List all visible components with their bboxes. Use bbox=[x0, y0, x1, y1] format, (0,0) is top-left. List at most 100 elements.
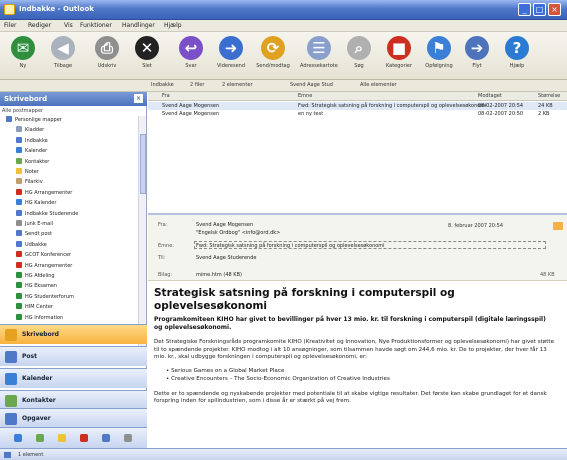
folder-icon bbox=[16, 199, 22, 206]
view-mode[interactable]: Alle elementer bbox=[360, 82, 397, 88]
nav-button-5[interactable]: Opgaver bbox=[0, 408, 147, 428]
back-icon: ◀ bbox=[51, 36, 75, 60]
toolbar-button-2[interactable]: ◀ Tilbage bbox=[44, 36, 82, 69]
nav-shortcut-icon[interactable] bbox=[58, 434, 66, 442]
reading-pane: Fra: Svend Aage Mogensen "Engelsk Ordbog… bbox=[148, 213, 567, 448]
nav-button-4[interactable]: Kontakter bbox=[0, 390, 147, 410]
menu-tools[interactable]: Funktioner bbox=[80, 22, 112, 29]
folder-icon bbox=[16, 251, 22, 258]
folder-icon bbox=[16, 292, 22, 299]
new-mail-icon: ✉ bbox=[11, 36, 35, 60]
bullet-text: Serious Games on a Global Market Place bbox=[171, 367, 285, 374]
folder-label: HG Studenterforum bbox=[25, 293, 74, 300]
folder-icon bbox=[16, 240, 22, 247]
folder-label: Kladder bbox=[25, 127, 45, 134]
folder-tree: Personlige mapper Kladder Indbakke Kalender… bbox=[0, 116, 138, 348]
folder-icon bbox=[16, 230, 22, 237]
toolbar-button-5[interactable]: ↩ Svar bbox=[172, 36, 210, 69]
message-received: 08-02-2007 20:50 bbox=[478, 111, 524, 117]
folder-item[interactable]: HIM Center bbox=[16, 303, 53, 312]
toolbar-button-9[interactable]: ⌕ Søg bbox=[340, 36, 378, 69]
toolbar-button-label: Adressekartotek bbox=[300, 63, 338, 69]
folder-item[interactable]: Udbakke bbox=[16, 240, 47, 250]
toolbar: ✉ Ny ◀ Tilbage ⎙ Udskriv ✕ Slet ↩ Svar ➜ Videresend… bbox=[0, 32, 567, 80]
toolbar-button-12[interactable]: ➔ Flyt bbox=[458, 36, 496, 69]
folder-item[interactable]: Kladder bbox=[16, 126, 44, 135]
folder-item[interactable]: Noter bbox=[16, 168, 39, 177]
folder-item[interactable]: Sendt post bbox=[16, 230, 52, 239]
to-label: Til: bbox=[158, 255, 166, 261]
folder-label: HIM Center bbox=[25, 304, 53, 311]
close-button[interactable]: × bbox=[548, 3, 561, 16]
close-pane-icon[interactable]: × bbox=[134, 94, 143, 103]
nav-shortcut-icon[interactable] bbox=[124, 434, 132, 442]
folder-item[interactable]: HG Arrangementer bbox=[16, 261, 72, 271]
toolbar-button-6[interactable]: ➜ Videresend bbox=[212, 36, 250, 69]
folder-item[interactable]: GCOT Konferencer bbox=[16, 251, 71, 260]
toolbar-button-7[interactable]: ⟳ Send/modtag bbox=[254, 36, 292, 69]
sender-email: "Engelsk Ordbog" <info@ord.dk> bbox=[196, 230, 281, 236]
folder-icon bbox=[16, 188, 22, 195]
maximize-button[interactable]: □ bbox=[533, 3, 546, 16]
message-row[interactable]: Svend Aage Mogensen en ny test 08-02-2007 … bbox=[148, 110, 567, 118]
minimize-button[interactable]: _ bbox=[518, 3, 531, 16]
folder-item[interactable]: Junk E-mail bbox=[16, 220, 53, 229]
sender-name[interactable]: Svend Aage Mogensen bbox=[196, 222, 253, 228]
folder-item[interactable]: HG Afdeling bbox=[16, 272, 55, 281]
folder-item[interactable]: Filarkiv bbox=[16, 178, 43, 187]
folder-item[interactable]: HG Arrangementer bbox=[16, 188, 72, 198]
from-filter[interactable]: Svend Aage Stud bbox=[290, 82, 333, 88]
print-icon: ⎙ bbox=[95, 36, 119, 60]
nav-shortcut-icon[interactable] bbox=[36, 434, 44, 442]
folder-item[interactable]: Indbakke bbox=[16, 136, 48, 146]
recipient-name[interactable]: Svend Aage Studerende bbox=[196, 255, 256, 261]
toolbar-button-8[interactable]: ☰ Adressekartotek bbox=[300, 36, 338, 69]
attachment-link[interactable]: mime.htm (48 KB) bbox=[196, 272, 242, 278]
toolbar-button-4[interactable]: ✕ Slet bbox=[128, 36, 166, 69]
toolbar-button-1[interactable]: ✉ Ny bbox=[4, 36, 42, 69]
toolbar-button-11[interactable]: ⚑ Opfølgning bbox=[420, 36, 458, 69]
toolbar-button-label: Slet bbox=[142, 63, 152, 69]
status-icon bbox=[4, 452, 11, 458]
folder-item[interactable]: HG Studenterforum bbox=[16, 292, 74, 302]
nav-shortcut-icon[interactable] bbox=[102, 434, 110, 442]
scrollbar-thumb[interactable] bbox=[140, 134, 146, 194]
folder-item[interactable]: HG Kalender bbox=[16, 199, 56, 208]
nav-button-3[interactable]: Kalender bbox=[0, 368, 147, 388]
nav-button-icon bbox=[5, 373, 17, 385]
column-received[interactable]: Modtaget bbox=[478, 93, 502, 99]
nav-shortcut-icon[interactable] bbox=[80, 434, 88, 442]
folder-tree-scrollbar[interactable] bbox=[138, 116, 146, 348]
folder-item[interactable]: Kalender bbox=[16, 147, 47, 156]
toolbar-button-label: Kategorier bbox=[385, 63, 413, 69]
folder-item[interactable]: Kontakter bbox=[16, 157, 49, 167]
toolbar-button-3[interactable]: ⎙ Udskriv bbox=[88, 36, 126, 69]
menu-edit[interactable]: Rediger bbox=[28, 22, 51, 29]
folder-item[interactable]: Personlige mapper bbox=[6, 116, 62, 125]
folder-item[interactable]: HG Information bbox=[16, 313, 63, 323]
nav-button-icon bbox=[5, 413, 17, 425]
toolbar-button-10[interactable]: ■ Kategorier bbox=[380, 36, 418, 69]
flag-icon[interactable] bbox=[553, 222, 563, 230]
column-size[interactable]: Størrelse bbox=[538, 93, 560, 99]
nav-button-1[interactable]: Skrivebord bbox=[0, 324, 147, 344]
folder-label: Udbakke bbox=[25, 241, 47, 248]
message-size: 48 KB bbox=[540, 272, 555, 278]
nav-shortcut-icon[interactable] bbox=[14, 434, 22, 442]
nav-button-2[interactable]: Post bbox=[0, 346, 147, 366]
column-subject[interactable]: Emne bbox=[298, 93, 312, 99]
toolbar-button-13[interactable]: ? Hjælp bbox=[498, 36, 536, 69]
message-row[interactable]: Svend Aage Mogensen Fwd: Strategisk satsn… bbox=[148, 102, 567, 110]
menu-file[interactable]: Filer bbox=[4, 22, 17, 29]
folder-item[interactable]: HG Eksamen bbox=[16, 282, 57, 291]
folder-item[interactable]: Indbakke Studerende bbox=[16, 209, 78, 219]
title-bar: Indbakke - Outlook _ □ × bbox=[0, 0, 567, 20]
toolbar-button-label: Udskriv bbox=[97, 63, 117, 69]
menu-view[interactable]: Vis bbox=[64, 22, 73, 29]
menu-actions[interactable]: Handlinger bbox=[122, 22, 155, 29]
column-from[interactable]: Fra bbox=[162, 93, 170, 99]
message-size: 24 KB bbox=[538, 103, 553, 109]
folder-icon bbox=[16, 282, 22, 289]
menu-help[interactable]: Hjælp bbox=[164, 22, 182, 29]
folder-label: Noter bbox=[25, 169, 39, 175]
